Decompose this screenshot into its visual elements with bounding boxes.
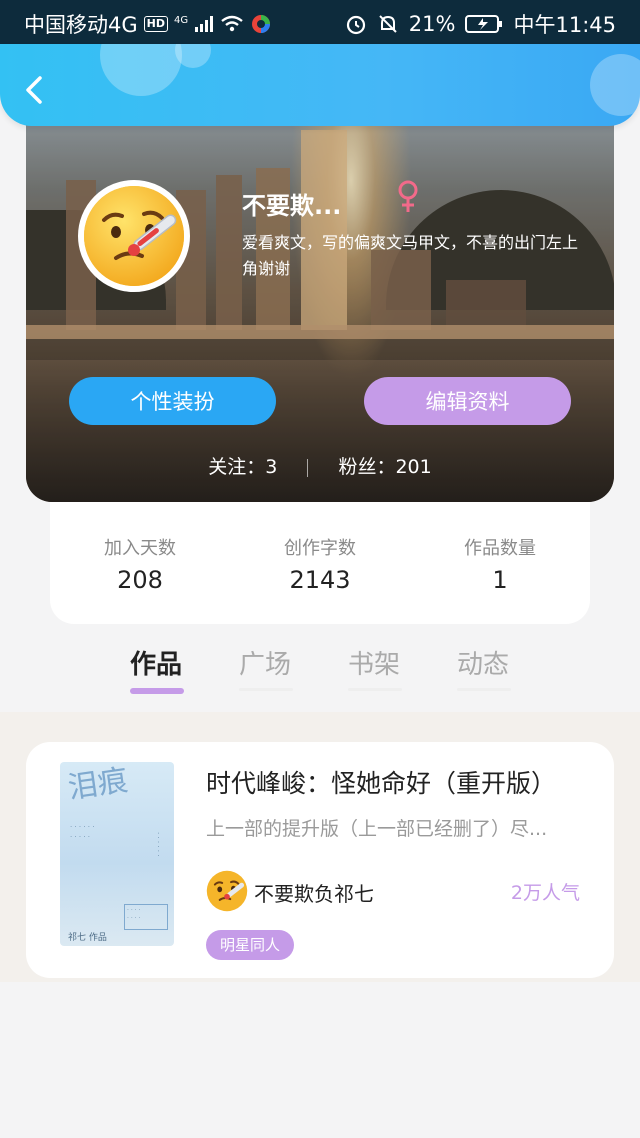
cover-decoration: · · · · · · · · xyxy=(124,904,168,930)
following-label: 关注： xyxy=(208,456,266,478)
author-avatar-sick-face-icon xyxy=(206,870,248,912)
tab-bar: 作品 广场 书架 动态 xyxy=(0,640,640,710)
hd-badge: HD xyxy=(143,16,168,32)
top-header xyxy=(0,44,640,126)
cover-decoration: · · · · · · xyxy=(154,832,162,857)
stat-label: 作品数量 xyxy=(464,538,536,559)
author-name[interactable]: 不要欺负祁七 xyxy=(254,878,374,907)
female-gender-icon xyxy=(398,180,418,212)
category-tag[interactable]: 明星同人 xyxy=(206,930,295,960)
username: 不要欺... xyxy=(242,192,342,220)
tab-works[interactable]: 作品 xyxy=(130,644,182,681)
cover-title: 泪痕 xyxy=(65,763,131,807)
stats-card: 加入天数 208 创作字数 2143 作品数量 1 xyxy=(50,496,590,624)
stat-value: 2143 xyxy=(289,566,351,594)
tab-indicator-placeholder xyxy=(348,688,402,691)
back-button[interactable] xyxy=(18,70,52,110)
mute-bell-icon xyxy=(379,15,397,33)
net-type: 4G xyxy=(173,14,189,26)
header-bubble xyxy=(590,54,640,116)
book-cover: 泪痕 · · · · · · · · · · · · · · · · · · · … xyxy=(60,762,174,946)
status-bar: 中国移动4G HD 4G 21% 中午11:45 xyxy=(0,0,640,44)
following-link[interactable]: 关注：3 xyxy=(208,452,277,479)
cover-decoration: · · · · · · · · · · · xyxy=(70,823,95,841)
tab-indicator-placeholder xyxy=(239,688,293,691)
fans-label: 粉丝： xyxy=(338,456,396,478)
stat-value: 208 xyxy=(117,566,163,594)
tab-square[interactable]: 广场 xyxy=(239,644,291,681)
carrier-name: 中国移动4G xyxy=(24,13,138,37)
popularity-count: 2万人气 xyxy=(510,882,580,904)
user-bio: 爱看爽文，写的偏爽文马甲文，不喜的出门左上角谢谢 xyxy=(242,233,579,278)
edit-profile-button[interactable]: 编辑资料 xyxy=(364,377,571,425)
work-title[interactable]: 时代峰峻：怪她命好（重开版） xyxy=(206,764,556,800)
wifi-icon xyxy=(221,15,243,32)
chevron-left-icon xyxy=(26,76,42,104)
fans-count: 201 xyxy=(395,456,432,478)
fans-link[interactable]: 粉丝：201 xyxy=(338,452,431,479)
cover-author: 祁七 作品 xyxy=(68,933,107,943)
image-overlay xyxy=(26,120,614,502)
app-notification-icon xyxy=(252,15,271,33)
clock: 中午11:45 xyxy=(513,13,616,37)
stat-value: 1 xyxy=(492,566,508,594)
tab-bookshelf[interactable]: 书架 xyxy=(348,644,400,681)
stat-label: 加入天数 xyxy=(104,538,176,559)
follow-divider xyxy=(307,458,309,477)
avatar[interactable] xyxy=(78,180,190,292)
signal-icon xyxy=(195,16,214,32)
sick-face-emoji-icon xyxy=(84,186,184,286)
alarm-icon xyxy=(346,15,365,35)
follow-stats: 关注：3 粉丝：201 xyxy=(26,452,614,479)
stat-label: 创作字数 xyxy=(284,538,356,559)
profile-card: 不要欺... 爱看爽文，写的偏爽文马甲文，不喜的出门左上角谢谢 个性装扮 编辑资… xyxy=(26,120,614,502)
header-bubble xyxy=(100,44,182,96)
battery-icon xyxy=(465,15,503,33)
following-count: 3 xyxy=(265,456,278,478)
stat-join-days: 加入天数 208 xyxy=(50,534,230,594)
battery-percent: 21% xyxy=(408,12,456,36)
work-description: 上一部的提升版（上一部已经删了）尽... xyxy=(206,818,548,840)
tab-activity[interactable]: 动态 xyxy=(457,644,509,681)
personal-dress-up-button[interactable]: 个性装扮 xyxy=(69,377,276,425)
stat-work-count: 作品数量 1 xyxy=(410,534,590,594)
active-tab-indicator xyxy=(130,688,184,694)
work-card[interactable]: 泪痕 · · · · · · · · · · · · · · · · · · · … xyxy=(26,742,614,978)
tab-indicator-placeholder xyxy=(457,688,511,691)
stat-word-count: 创作字数 2143 xyxy=(230,534,410,594)
